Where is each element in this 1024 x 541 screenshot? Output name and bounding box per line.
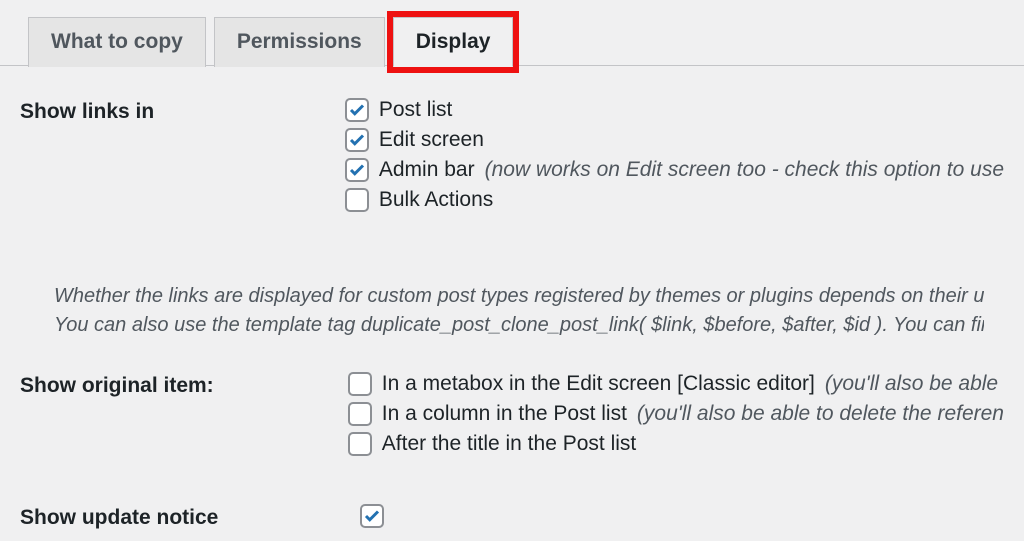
option-bulk-actions: Bulk Actions — [345, 188, 1004, 212]
checkbox-post-list[interactable] — [345, 98, 369, 122]
option-after-title: After the title in the Post list — [348, 432, 1004, 456]
settings-tabs: What to copy Permissions Display — [0, 0, 1024, 66]
check-icon — [348, 161, 366, 179]
tab-permissions[interactable]: Permissions — [214, 17, 385, 67]
desc-line-2: You can also use the template tag duplic… — [54, 311, 984, 340]
option-post-list-label: Post list — [379, 98, 453, 122]
checkbox-bulk-actions[interactable] — [345, 188, 369, 212]
row-show-original: Show original item: In a metabox in the … — [20, 370, 1004, 462]
checkbox-metabox[interactable] — [348, 372, 372, 396]
option-post-list: Post list — [345, 98, 1004, 122]
checkbox-update-notice[interactable] — [360, 504, 384, 528]
row-show-update-notice: Show update notice — [20, 502, 1004, 534]
option-admin-bar: Admin bar (now works on Edit screen too … — [345, 158, 1004, 182]
option-edit-screen-label: Edit screen — [379, 128, 484, 152]
controls-show-update-notice — [360, 502, 1004, 534]
checkbox-after-title[interactable] — [348, 432, 372, 456]
label-show-update-notice: Show update notice — [20, 502, 360, 530]
option-bulk-actions-label: Bulk Actions — [379, 188, 493, 212]
option-after-title-label: After the title in the Post list — [382, 432, 636, 456]
desc-line-1: Whether the links are displayed for cust… — [54, 282, 984, 311]
check-icon — [363, 507, 381, 525]
option-metabox: In a metabox in the Edit screen [Classic… — [348, 372, 1004, 396]
checkbox-edit-screen[interactable] — [345, 128, 369, 152]
settings-panel: Show links in Post list Edit screen Admi… — [0, 66, 1024, 534]
label-show-original: Show original item: — [20, 370, 348, 398]
controls-show-links: Post list Edit screen Admin bar (now wor… — [345, 96, 1004, 218]
tab-display[interactable]: Display — [393, 17, 514, 67]
option-edit-screen: Edit screen — [345, 128, 1004, 152]
label-show-links: Show links in — [20, 96, 345, 124]
option-update-notice — [360, 504, 1004, 528]
check-icon — [348, 131, 366, 149]
description-text: Whether the links are displayed for cust… — [20, 232, 1004, 370]
option-metabox-label: In a metabox in the Edit screen [Classic… — [382, 372, 815, 396]
tab-what-to-copy[interactable]: What to copy — [28, 17, 206, 67]
option-admin-bar-label: Admin bar — [379, 158, 475, 182]
checkbox-column[interactable] — [348, 402, 372, 426]
check-icon — [348, 101, 366, 119]
option-column: In a column in the Post list (you'll als… — [348, 402, 1004, 426]
checkbox-admin-bar[interactable] — [345, 158, 369, 182]
controls-show-original: In a metabox in the Edit screen [Classic… — [348, 370, 1004, 462]
option-column-label: In a column in the Post list — [382, 402, 627, 426]
option-column-hint: (you'll also be able to delete the refer… — [637, 402, 1004, 426]
option-admin-bar-hint: (now works on Edit screen too - check th… — [485, 158, 1004, 182]
option-metabox-hint: (you'll also be able — [825, 372, 998, 396]
row-show-links: Show links in Post list Edit screen Admi… — [20, 96, 1004, 218]
